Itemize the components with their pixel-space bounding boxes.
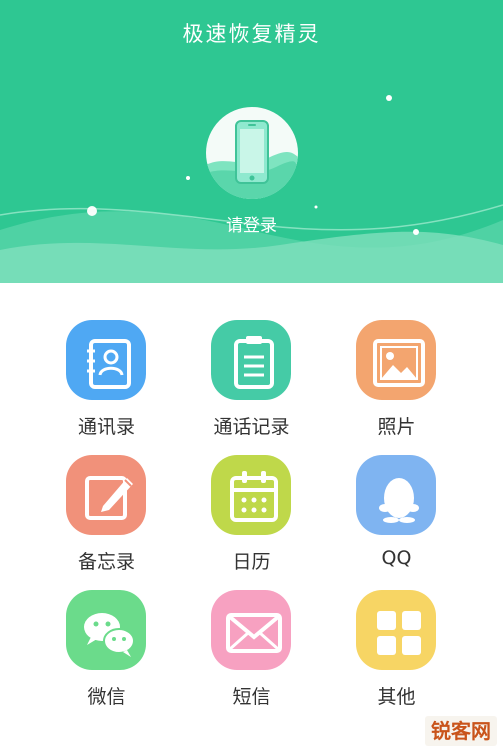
other-icon [356, 590, 436, 670]
photo-icon [356, 320, 436, 400]
wechat-icon [66, 590, 146, 670]
calendar-icon [211, 455, 291, 535]
tile-label: 微信 [87, 686, 126, 708]
tile-sms[interactable]: 短信 [179, 588, 324, 718]
tile-label: 其他 [377, 686, 416, 708]
tile-qq[interactable]: QQ [324, 453, 469, 583]
watermark-logo: 锐客网 [425, 716, 497, 746]
tile-photos[interactable]: 照片 [324, 318, 469, 448]
tile-contacts[interactable]: 通讯录 [34, 318, 179, 448]
tile-other[interactable]: 其他 [324, 588, 469, 718]
tile-memo[interactable]: 备忘录 [34, 453, 179, 583]
tile-label: 日历 [232, 551, 271, 573]
login-avatar[interactable] [206, 107, 298, 199]
tile-label: QQ [381, 547, 412, 569]
app-title: 极速恢复精灵 [182, 22, 321, 46]
tile-wechat[interactable]: 微信 [34, 588, 179, 718]
tile-call-log[interactable]: 通话记录 [179, 318, 324, 448]
tile-label: 通讯录 [77, 416, 135, 438]
sms-icon [211, 590, 291, 670]
header-banner: 极速恢复精灵 请登录 [0, 0, 503, 283]
contacts-icon [66, 320, 146, 400]
qq-icon [356, 455, 436, 535]
tile-label: 备忘录 [77, 551, 135, 573]
tile-label: 照片 [377, 416, 416, 438]
tile-calendar[interactable]: 日历 [179, 453, 324, 583]
phone-icon [206, 120, 298, 199]
call-log-icon [211, 320, 291, 400]
tile-label: 短信 [232, 686, 271, 708]
tile-label: 通话记录 [213, 416, 290, 438]
login-link[interactable]: 请登录 [0, 211, 503, 236]
memo-icon [66, 455, 146, 535]
